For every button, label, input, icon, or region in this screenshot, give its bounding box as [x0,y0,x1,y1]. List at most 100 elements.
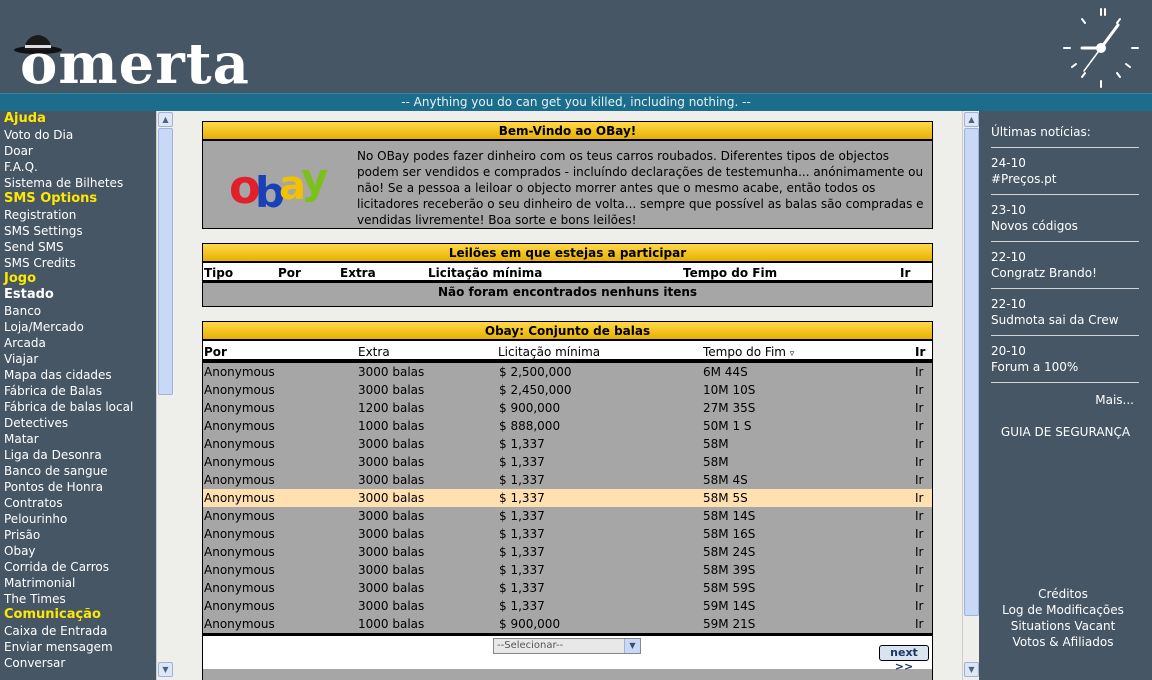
nav-item-enviar-mensagem[interactable]: Enviar mensagem [0,639,156,655]
table-row: Anonymous 3000 balas $ 1,337 58M 16S Ir [203,525,932,543]
nav-item-detectives[interactable]: Detectives [0,415,156,431]
nav-item-loja-mercado[interactable]: Loja/Mercado [0,319,156,335]
scroll-up-arrow-icon[interactable]: ▲ [964,112,979,127]
safety-guide-link[interactable]: GUIA DE SEGURANÇA [979,425,1152,439]
next-page-button[interactable]: next >> [879,645,929,673]
go-link[interactable]: Ir [915,561,923,579]
go-link[interactable]: Ir [915,489,923,507]
news-item-link[interactable]: Sudmota sai da Crew [991,313,1119,327]
nav-item-viajar[interactable]: Viajar [0,351,156,367]
nav-item-estado[interactable]: Estado [0,287,156,303]
nav-item-comunica-o[interactable]: Comunicação [0,607,156,623]
nav-item-pontos-de-honra[interactable]: Pontos de Honra [0,479,156,495]
nav-item-sms-credits[interactable]: SMS Credits [0,255,156,271]
nav-item-caixa-de-entrada[interactable]: Caixa de Entrada [0,623,156,639]
right-panel: Últimas notícias: 24-10 #Preços.pt 23-10 No… [979,111,1152,680]
scroll-thumb[interactable] [158,128,173,395]
news-item-link[interactable]: Forum a 100% [991,360,1078,374]
go-link[interactable]: Ir [915,543,923,561]
nav-item-doar[interactable]: Doar [0,143,156,159]
go-link[interactable]: Ir [915,471,923,489]
main-scrollbar[interactable]: ▲ ▼ [962,111,979,680]
nav-item-matar[interactable]: Matar [0,431,156,447]
min-bid-cell: $ 1,337 [499,599,545,613]
scroll-down-arrow-icon[interactable]: ▼ [964,662,979,677]
obay-logo-icon: o b a y [229,154,328,213]
omerta-logo[interactable]: omerta [8,14,249,96]
table-row: Anonymous 3000 balas $ 1,337 59M 14S Ir [203,597,932,615]
nav-item-f-brica-de-balas[interactable]: Fábrica de Balas [0,383,156,399]
seller-cell: Anonymous [204,491,275,505]
nav-item-banco[interactable]: Banco [0,303,156,319]
nav-item-send-sms[interactable]: Send SMS [0,239,156,255]
col-extra: Extra [340,266,376,280]
nav-item-sms-settings[interactable]: SMS Settings [0,223,156,239]
page-select[interactable]: --Selecionar-- ▼ [493,638,641,654]
extra-cell: 3000 balas [358,563,425,577]
col-end-time[interactable]: Tempo do Fim ▿ [703,341,794,365]
go-link[interactable]: Ir [915,363,923,381]
col-go[interactable]: Ir [915,341,925,363]
nav-item-obay[interactable]: Obay [0,543,156,559]
news-divider [991,241,1139,242]
nav-item-sistema-de-bilhetes[interactable]: Sistema de Bilhetes [0,175,156,191]
col-por[interactable]: Por [204,341,227,363]
nav-item-matrimonial[interactable]: Matrimonial [0,575,156,591]
scroll-up-arrow-icon[interactable]: ▲ [158,112,173,127]
nav-item-pris-o[interactable]: Prisão [0,527,156,543]
go-link[interactable]: Ir [915,597,923,615]
scroll-thumb[interactable] [964,128,979,616]
nav-item-ajuda[interactable]: Ajuda [0,111,156,127]
col-extra[interactable]: Extra [358,341,390,363]
go-link[interactable]: Ir [915,417,923,435]
nav-item-pelourinho[interactable]: Pelourinho [0,511,156,527]
footer-link[interactable]: Votos & Afiliados [979,635,1147,649]
nav-item-registration[interactable]: Registration [0,207,156,223]
go-link[interactable]: Ir [915,381,923,399]
news-item-link[interactable]: Novos códigos [991,219,1078,233]
go-link[interactable]: Ir [915,507,923,525]
auctions-header-row: Tipo Por Extra Licitação mínima Tempo do… [203,263,932,283]
nav-item-f-brica-de-balas-local[interactable]: Fábrica de balas local [0,399,156,415]
col-min-bid[interactable]: Licitação mínima [498,341,600,363]
go-link[interactable]: Ir [915,435,923,453]
nav-item-liga-da-desonra[interactable]: Liga da Desonra [0,447,156,463]
go-link[interactable]: Ir [915,579,923,597]
nav-item-f-a-q[interactable]: F.A.Q. [0,159,156,175]
go-link[interactable]: Ir [915,615,923,633]
nav-item-the-times[interactable]: The Times [0,591,156,607]
news-item-link[interactable]: #Preços.pt [991,172,1056,186]
nav-item-mapa-das-cidades[interactable]: Mapa das cidades [0,367,156,383]
welcome-text: No OBay podes fazer dinheiro com os teus… [357,149,924,227]
left-nav-scrollbar[interactable]: ▲ ▼ [156,111,173,680]
col-go: Ir [900,266,911,280]
nav-item-conversar[interactable]: Conversar [0,655,156,671]
min-bid-cell: $ 1,337 [499,509,545,523]
end-time-cell: 6M 44S [703,365,748,379]
footer-link[interactable]: Créditos [979,587,1147,601]
more-news-link[interactable]: Mais... [1095,393,1134,407]
seller-cell: Anonymous [204,545,275,559]
chevron-down-icon[interactable]: ▼ [624,639,640,653]
footer-link[interactable]: Situations Vacant [979,619,1147,633]
svg-text:y: y [301,154,328,203]
nav-item-voto-do-dia[interactable]: Voto do Dia [0,127,156,143]
extra-cell: 3000 balas [358,527,425,541]
end-time-cell: 27M 35S [703,401,756,415]
nav-item-corrida-de-carros[interactable]: Corrida de Carros [0,559,156,575]
scroll-down-arrow-icon[interactable]: ▼ [158,662,173,677]
nav-item-contratos[interactable]: Contratos [0,495,156,511]
news-item-link[interactable]: Congratz Brando! [991,266,1097,280]
min-bid-cell: $ 1,337 [499,437,545,451]
clock-icon [1063,8,1139,88]
go-link[interactable]: Ir [915,399,923,417]
go-link[interactable]: Ir [915,453,923,471]
nav-item-sms-options[interactable]: SMS Options [0,191,156,207]
min-bid-cell: $ 1,337 [499,527,545,541]
nav-item-jogo[interactable]: Jogo [0,271,156,287]
seller-cell: Anonymous [204,581,275,595]
footer-link[interactable]: Log de Modificações [979,603,1147,617]
nav-item-banco-de-sangue[interactable]: Banco de sangue [0,463,156,479]
go-link[interactable]: Ir [915,525,923,543]
nav-item-arcada[interactable]: Arcada [0,335,156,351]
